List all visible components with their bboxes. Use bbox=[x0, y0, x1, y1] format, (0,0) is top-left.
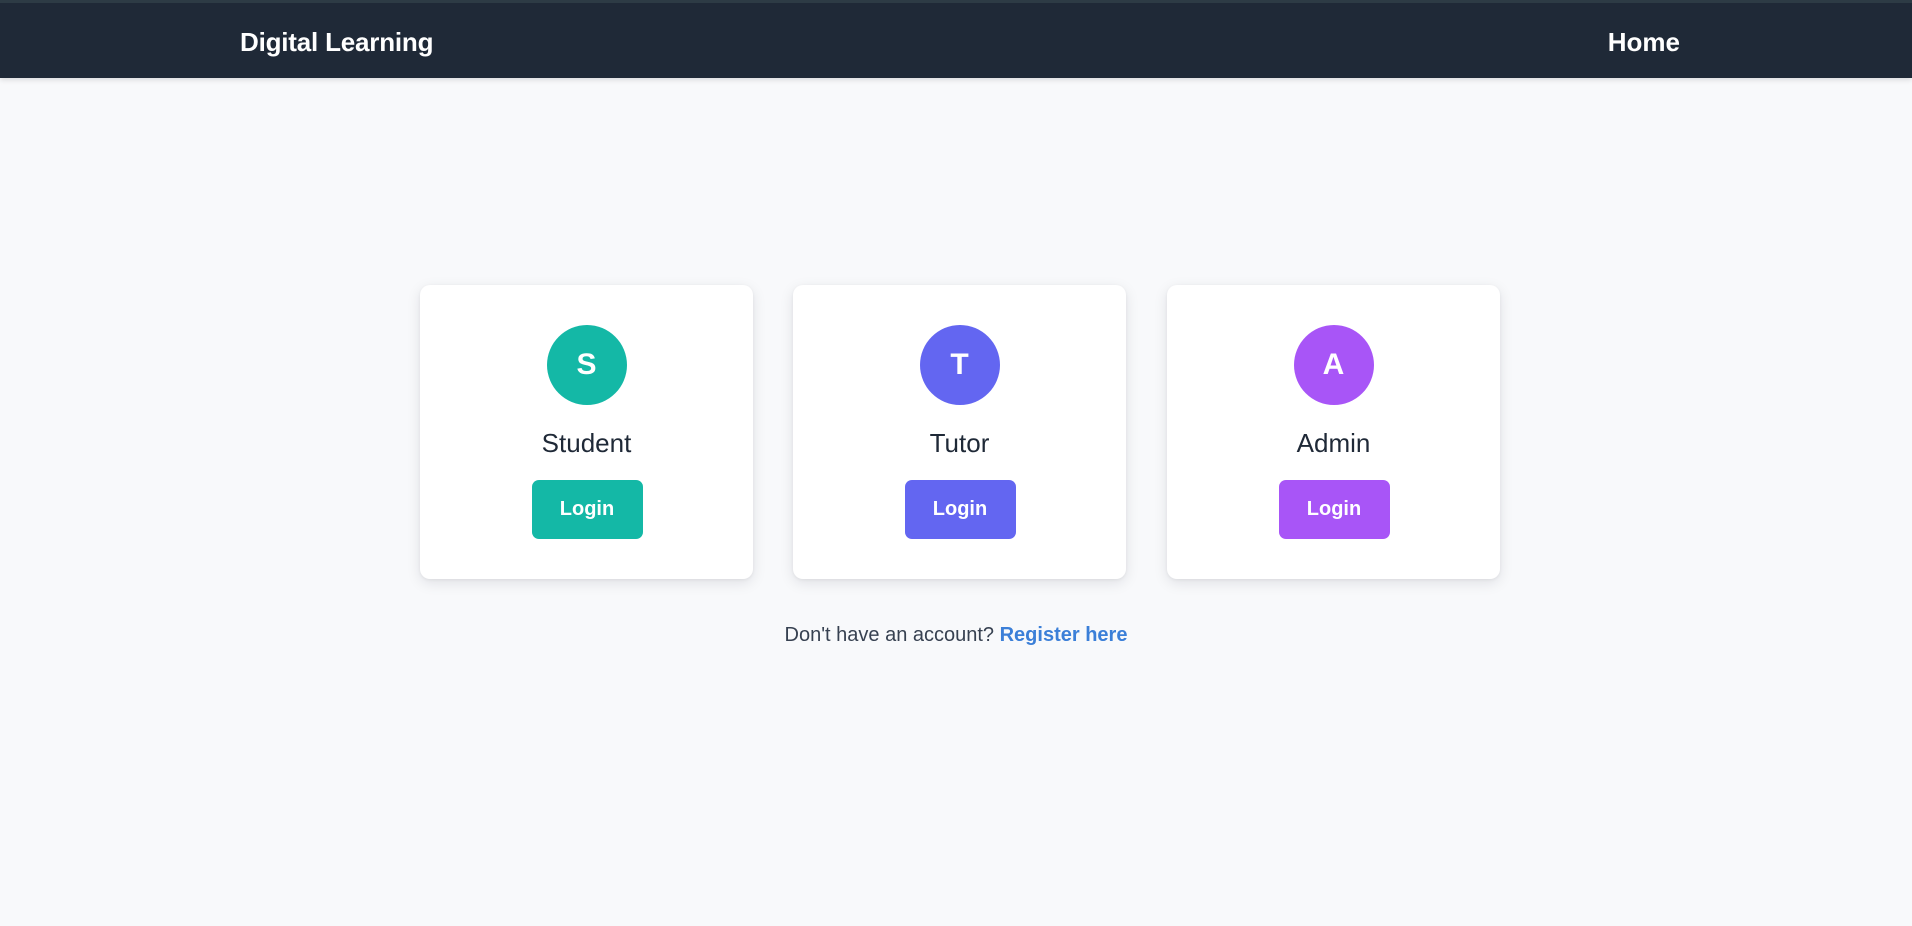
student-login-button[interactable]: Login bbox=[531, 480, 643, 539]
role-title-tutor: Tutor bbox=[929, 428, 990, 458]
admin-avatar-icon: A bbox=[1293, 325, 1374, 405]
role-card-student: S Student Login bbox=[420, 285, 753, 579]
role-card-admin: A Admin Login bbox=[1167, 285, 1500, 579]
register-link[interactable]: Register here bbox=[1000, 624, 1128, 646]
register-prompt: Don't have an account? Register here bbox=[0, 624, 1912, 647]
role-card-tutor: T Tutor Login bbox=[793, 285, 1126, 579]
admin-login-button[interactable]: Login bbox=[1278, 480, 1390, 539]
brand-logo-link[interactable]: Digital Learning bbox=[240, 27, 433, 58]
navbar: Digital Learning Home bbox=[0, 0, 1912, 78]
role-cards: S Student Login T Tutor Login A Admin Lo… bbox=[420, 285, 1500, 579]
tutor-avatar-icon: T bbox=[919, 325, 1000, 405]
role-title-admin: Admin bbox=[1296, 428, 1371, 458]
role-title-student: Student bbox=[541, 428, 632, 458]
student-avatar-icon: S bbox=[546, 325, 627, 405]
tutor-login-button[interactable]: Login bbox=[904, 480, 1016, 539]
register-prompt-text: Don't have an account? bbox=[784, 624, 1000, 646]
nav-home-link[interactable]: Home bbox=[1608, 27, 1680, 58]
